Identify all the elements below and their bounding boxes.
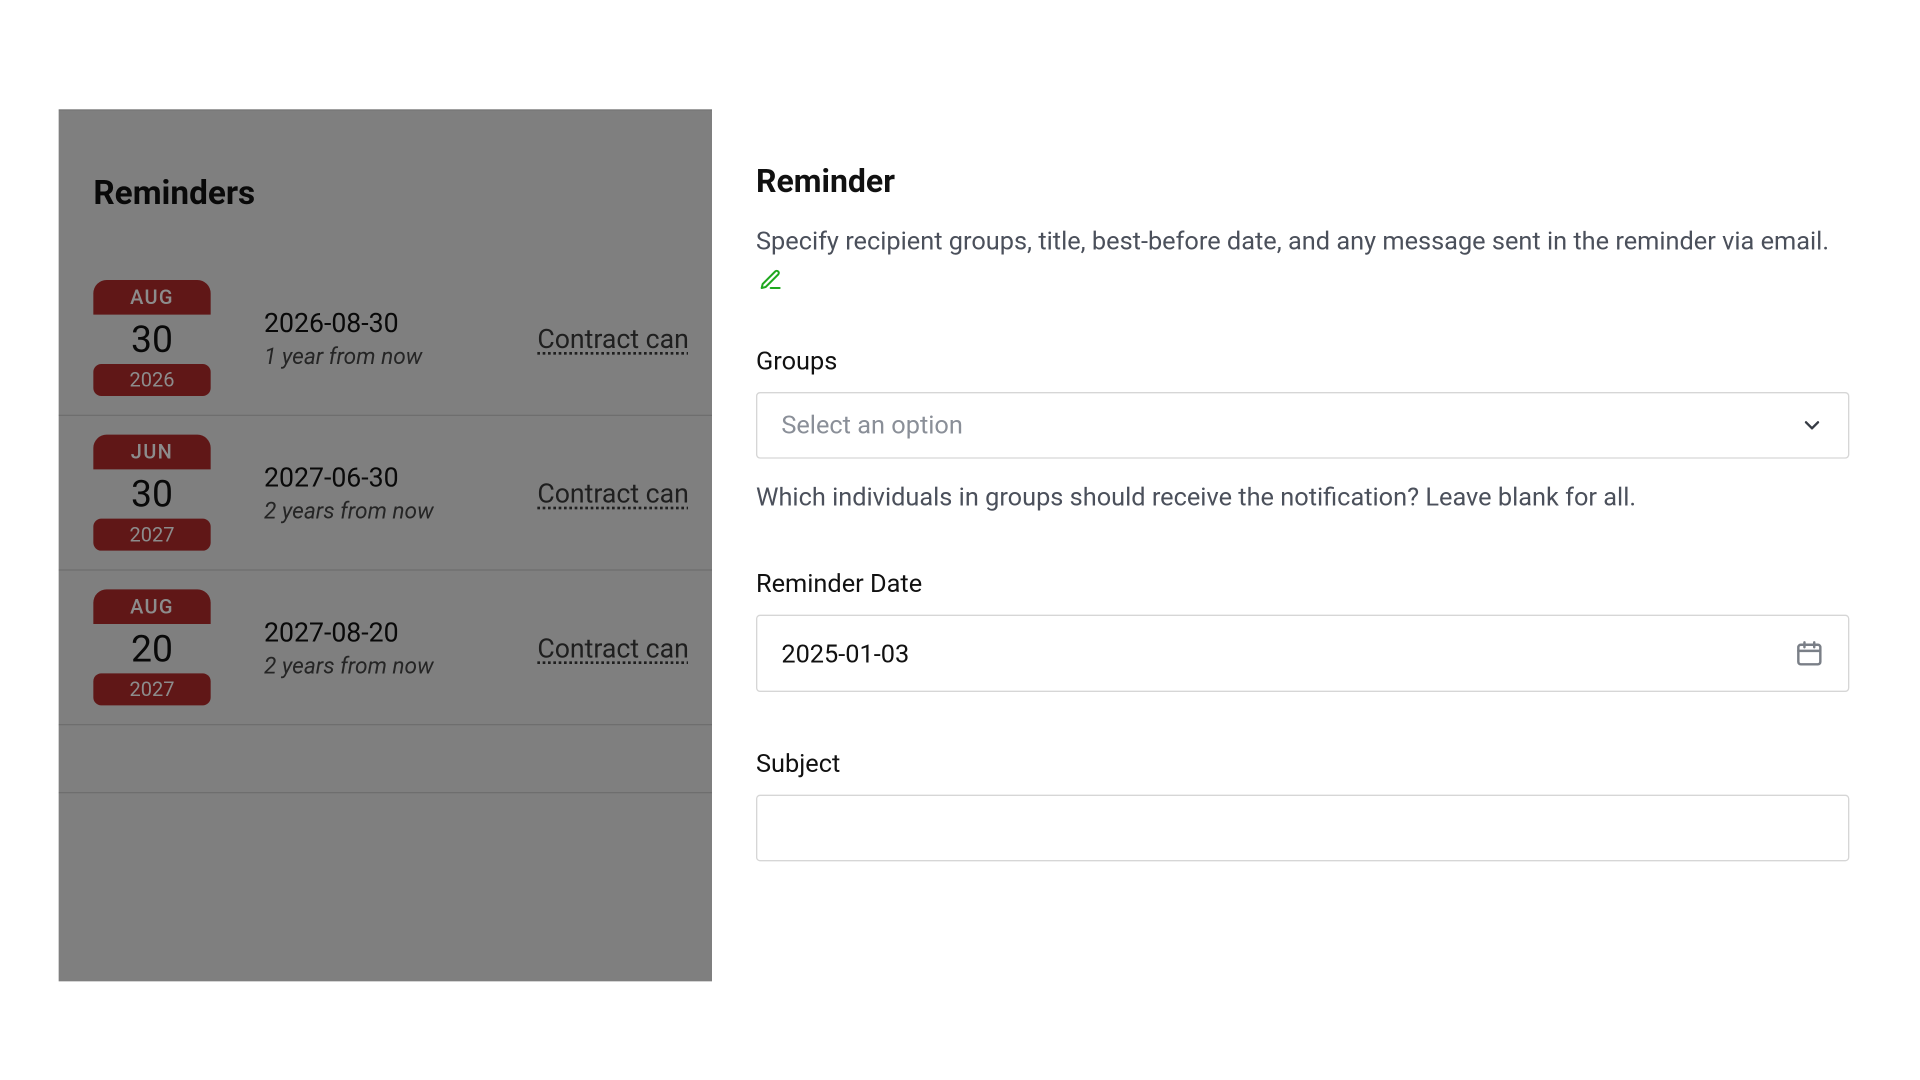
- reminder-link[interactable]: Contract can: [537, 322, 689, 354]
- reminders-heading: Reminders: [59, 151, 712, 262]
- reminder-date: 2027-06-30: [264, 461, 484, 493]
- reminder-date-label: Reminder Date: [756, 568, 1849, 599]
- badge-year: 2027: [93, 673, 210, 705]
- reminder-date-block: 2027-08-20 2 years from now: [264, 615, 484, 679]
- panel-description-text: Specify recipient groups, title, best-be…: [756, 225, 1829, 256]
- reminder-row[interactable]: AUG 30 2026 2026-08-30 1 year from now C…: [59, 261, 712, 416]
- edit-icon[interactable]: [759, 269, 783, 293]
- reminder-date-input[interactable]: 2025-01-03: [756, 615, 1849, 692]
- reminder-form-panel: Reminder Specify recipient groups, title…: [756, 163, 1849, 862]
- groups-select[interactable]: Select an option: [756, 392, 1849, 459]
- panel-description: Specify recipient groups, title, best-be…: [756, 221, 1849, 302]
- subject-label: Subject: [756, 748, 1849, 779]
- reminder-link[interactable]: Contract can: [537, 631, 689, 663]
- reminders-panel: Reminders AUG 30 2026 2026-08-30 1 year …: [59, 109, 712, 981]
- badge-day: 20: [93, 624, 210, 673]
- badge-year: 2026: [93, 364, 210, 396]
- groups-label: Groups: [756, 345, 1849, 376]
- reminder-date: 2027-08-20: [264, 615, 484, 647]
- badge-month: JUN: [93, 435, 210, 470]
- panel-title: Reminder: [756, 163, 1849, 200]
- badge-day: 30: [93, 315, 210, 364]
- date-badge: AUG 20 2027: [93, 589, 210, 705]
- reminder-row[interactable]: JUN 30 2027 2027-06-30 2 years from now …: [59, 416, 712, 571]
- calendar-icon[interactable]: [1795, 639, 1824, 668]
- chevron-down-icon: [1800, 413, 1824, 437]
- badge-year: 2027: [93, 519, 210, 551]
- reminder-date-block: 2027-06-30 2 years from now: [264, 461, 484, 525]
- date-badge: AUG 30 2026: [93, 280, 210, 396]
- groups-placeholder: Select an option: [781, 410, 963, 441]
- reminder-relative: 2 years from now: [264, 498, 484, 525]
- reminder-date: 2026-08-30: [264, 306, 484, 338]
- groups-help-text: Which individuals in groups should recei…: [756, 477, 1849, 518]
- badge-month: AUG: [93, 280, 210, 315]
- reminder-link[interactable]: Contract can: [537, 477, 689, 509]
- badge-day: 30: [93, 469, 210, 518]
- reminder-date-value: 2025-01-03: [781, 638, 909, 669]
- subject-input[interactable]: [756, 795, 1849, 862]
- reminder-relative: 2 years from now: [264, 653, 484, 680]
- date-badge: JUN 30 2027: [93, 435, 210, 551]
- badge-month: AUG: [93, 589, 210, 624]
- reminder-date-block: 2026-08-30 1 year from now: [264, 306, 484, 370]
- reminder-relative: 1 year from now: [264, 343, 484, 370]
- reminder-row[interactable]: AUG 20 2027 2027-08-20 2 years from now …: [59, 571, 712, 726]
